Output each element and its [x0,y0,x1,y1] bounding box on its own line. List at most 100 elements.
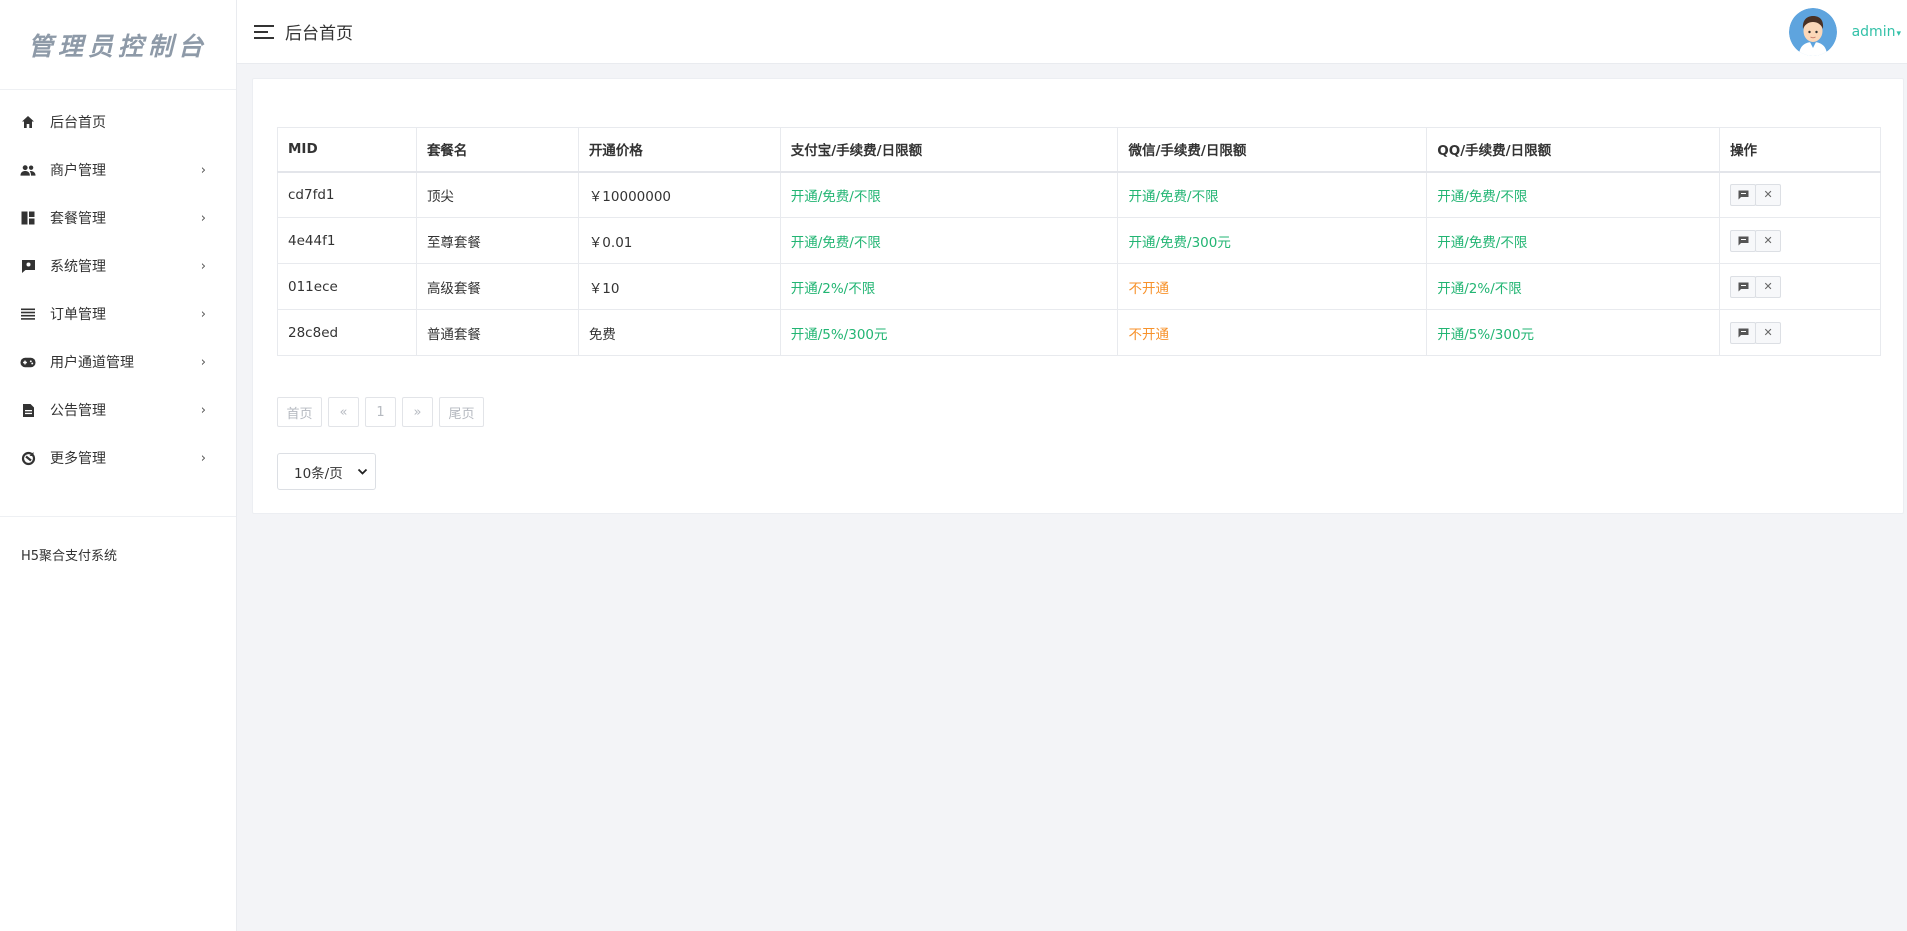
cell-actions: ✕ [1719,263,1881,310]
sidebar-item-label: 系统管理 [50,259,106,275]
cell-qq: 开通/免费/不限 [1426,217,1721,264]
sidebar-item-label: 更多管理 [50,451,106,467]
sidebar-item-label: 后台首页 [50,115,106,131]
cell-actions: ✕ [1719,171,1881,218]
table-row: cd7fd1 顶尖 ￥10000000 开通/免费/不限 开通/免费/不限 开通… [277,171,1881,218]
cell-qq: 开通/2%/不限 [1426,263,1721,310]
cell-qq: 开通/免费/不限 [1426,171,1721,218]
sidebar-item-label: 公告管理 [50,403,106,419]
page-size-value: 10条/页 [294,465,343,482]
cell-qq: 开通/5%/300元 [1426,309,1721,356]
page-title: 后台首页 [285,24,353,44]
edit-button[interactable] [1730,183,1757,206]
cell-mid: cd7fd1 [277,171,417,218]
page-size-select[interactable]: 10条/页 [277,453,376,490]
sidebar-item-merchants[interactable]: 商户管理 › [0,146,236,194]
delete-button[interactable]: ✕ [1755,229,1782,252]
table-row: 011ece 高级套餐 ￥10 开通/2%/不限 不开通 开通/2%/不限 ✕ [277,263,1881,310]
sidebar-item-user-channels[interactable]: 用户通道管理 › [0,338,236,386]
caret-down-icon: ▾ [1896,28,1901,39]
edit-button[interactable] [1730,321,1757,344]
table-row: 4e44f1 至尊套餐 ￥0.01 开通/免费/不限 开通/免费/300元 开通… [277,217,1881,264]
chevron-right-icon: › [200,402,206,418]
list-icon [20,306,36,322]
last-page-button[interactable]: 尾页 [439,397,484,427]
sidebar: 管理员控制台 后台首页 商户管理 › 套餐管理 › 系统管理 › 订单管理 › … [0,0,237,931]
cell-wechat: 开通/免费/300元 [1117,217,1428,264]
delete-button[interactable]: ✕ [1755,321,1782,344]
sidebar-item-system[interactable]: 系统管理 › [0,242,236,290]
column-header: 套餐名 [415,127,579,173]
next-page-button[interactable]: » [402,397,433,427]
logo-text: 管理员控制台 [27,31,208,61]
cell-name: 普通套餐 [415,309,579,356]
logo[interactable]: 管理员控制台 [0,0,236,90]
sidebar-footer: H5聚合支付系统 [21,549,118,564]
chevron-right-icon: › [200,306,206,322]
cell-alipay: 开通/2%/不限 [779,263,1119,310]
cell-wechat: 开通/免费/不限 [1117,171,1428,218]
chevron-right-icon: › [200,354,206,370]
username[interactable]: admin▾ [1852,24,1901,40]
cell-mid: 4e44f1 [277,217,417,264]
first-page-button[interactable]: 首页 [277,397,322,427]
avatar[interactable] [1788,7,1837,56]
cell-name: 顶尖 [415,171,579,218]
top-header: 后台首页 admin▾ [237,0,1907,64]
delete-button[interactable]: ✕ [1755,183,1782,206]
cell-wechat: 不开通 [1117,263,1428,310]
prev-page-button[interactable]: « [328,397,359,427]
sidebar-item-label: 订单管理 [50,307,106,323]
refresh-icon [20,450,36,466]
edit-button[interactable] [1730,275,1757,298]
user-menu[interactable]: admin▾ [1788,7,1901,56]
document-icon [20,402,36,418]
chevron-right-icon: › [200,450,206,466]
sidebar-item-orders[interactable]: 订单管理 › [0,290,236,338]
cell-name: 高级套餐 [415,263,579,310]
menu-toggle-icon[interactable] [254,23,276,41]
delete-button[interactable]: ✕ [1755,275,1782,298]
cell-alipay: 开通/免费/不限 [779,217,1119,264]
edit-button[interactable] [1730,229,1757,252]
chevron-right-icon: › [200,210,206,226]
column-header: 微信/手续费/日限额 [1117,127,1428,173]
sidebar-item-home[interactable]: 后台首页 [0,98,236,146]
cell-mid: 28c8ed [277,309,417,356]
cell-actions: ✕ [1719,309,1881,356]
edit-icon [1738,328,1749,337]
column-header: 操作 [1719,127,1881,173]
sidebar-item-label: 商户管理 [50,163,106,179]
people-icon [20,162,36,178]
table-row: 28c8ed 普通套餐 免费 开通/5%/300元 不开通 开通/5%/300元… [277,309,1881,356]
gamepad-icon [20,354,36,370]
edit-icon [1738,236,1749,245]
cell-alipay: 开通/免费/不限 [779,171,1119,218]
sidebar-item-announcements[interactable]: 公告管理 › [0,386,236,434]
sidebar-nav: 后台首页 商户管理 › 套餐管理 › 系统管理 › 订单管理 › 用户通道管理 … [0,90,236,482]
chevron-down-icon [357,468,368,475]
sidebar-item-label: 用户通道管理 [50,355,134,371]
system-icon [20,258,36,274]
sidebar-item-more[interactable]: 更多管理 › [0,434,236,482]
cell-alipay: 开通/5%/300元 [779,309,1119,356]
chevron-right-icon: › [200,258,206,274]
column-header: 支付宝/手续费/日限额 [779,127,1119,173]
column-header: 开通价格 [577,127,781,173]
cell-wechat: 不开通 [1117,309,1428,356]
chevron-right-icon: › [200,162,206,178]
cell-name: 至尊套餐 [415,217,579,264]
dashboard-icon [20,210,36,226]
sidebar-item-label: 套餐管理 [50,211,106,227]
edit-icon [1738,190,1749,200]
column-header: QQ/手续费/日限额 [1426,127,1721,173]
cell-mid: 011ece [277,263,417,310]
page-number-button[interactable]: 1 [365,397,396,427]
column-header: MID [277,127,417,173]
pagination: 首页 « 1 » 尾页 [277,397,490,427]
content-card: MID 套餐名 开通价格 支付宝/手续费/日限额 微信/手续费/日限额 QQ/手… [252,78,1904,514]
sidebar-item-packages[interactable]: 套餐管理 › [0,194,236,242]
cell-price: ￥10 [577,263,781,310]
home-icon [20,114,36,130]
cell-price: 免费 [577,309,781,356]
